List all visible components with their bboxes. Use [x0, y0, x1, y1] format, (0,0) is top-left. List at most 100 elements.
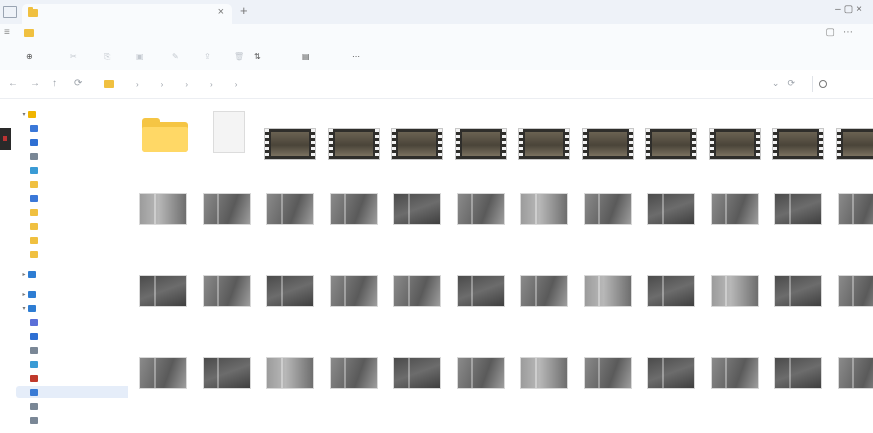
- file-tile[interactable]: [577, 350, 637, 430]
- nav-item-download[interactable]: [16, 330, 140, 342]
- nav-item-desktop[interactable]: [16, 316, 140, 328]
- file-tile[interactable]: [704, 268, 764, 348]
- chevron-down-icon[interactable]: ▾: [20, 111, 28, 118]
- chevron-down-icon[interactable]: ▾: [20, 305, 28, 312]
- nav-item-pictures[interactable]: [16, 164, 140, 176]
- new-button[interactable]: ⊕: [26, 50, 51, 64]
- file-tile[interactable]: [767, 268, 827, 348]
- file-tile[interactable]: [640, 350, 700, 430]
- file-tile[interactable]: [450, 186, 510, 266]
- paste-button[interactable]: ▣: [136, 50, 162, 64]
- file-tile[interactable]: [577, 268, 637, 348]
- file-tile[interactable]: [831, 268, 873, 348]
- file-tile[interactable]: [386, 186, 446, 266]
- refresh-icon[interactable]: ⟳: [74, 78, 82, 89]
- chevron-right-icon[interactable]: ▸: [20, 271, 28, 278]
- view-button[interactable]: ▤: [302, 50, 328, 64]
- nav-item-music[interactable]: [16, 192, 140, 204]
- nav-item-document[interactable]: [16, 344, 140, 356]
- file-tile[interactable]: [323, 186, 383, 266]
- file-tile[interactable]: [831, 186, 873, 266]
- up-arrow-icon[interactable]: ↑: [52, 78, 57, 89]
- file-tile[interactable]: [450, 104, 510, 184]
- address-dropdown-icon[interactable]: ⌄⟳: [772, 78, 803, 89]
- breadcrumb-item[interactable]: [168, 81, 180, 88]
- file-tile[interactable]: [513, 350, 573, 430]
- window-controls[interactable]: –▢×: [835, 4, 865, 15]
- nav-item-pictures[interactable]: [16, 358, 140, 370]
- breadcrumb-item[interactable]: [193, 81, 205, 88]
- file-tile[interactable]: [132, 104, 192, 184]
- nav-item-cloud[interactable]: ▸: [16, 268, 130, 280]
- forward-arrow-icon[interactable]: →: [30, 78, 40, 89]
- file-tile[interactable]: [831, 350, 873, 430]
- more-button[interactable]: ⋯: [352, 50, 378, 64]
- file-tile[interactable]: [132, 186, 192, 266]
- file-tile[interactable]: [640, 186, 700, 266]
- file-tile[interactable]: [513, 186, 573, 266]
- file-tile[interactable]: [704, 104, 764, 184]
- breadcrumb-item[interactable]: [242, 81, 254, 88]
- file-tile[interactable]: [323, 350, 383, 430]
- file-tile[interactable]: [323, 104, 383, 184]
- file-tile[interactable]: [386, 268, 446, 348]
- file-tile[interactable]: [767, 350, 827, 430]
- file-tile[interactable]: [831, 104, 873, 184]
- file-tile[interactable]: [450, 268, 510, 348]
- nav-item-drive[interactable]: [16, 400, 140, 412]
- menu-icon[interactable]: ≡: [4, 27, 10, 38]
- nav-item-pc[interactable]: ▸: [16, 288, 130, 300]
- file-tile[interactable]: [704, 350, 764, 430]
- nav-item-pc[interactable]: ▾: [16, 302, 130, 314]
- chevron-right-icon[interactable]: ▸: [20, 291, 28, 298]
- file-tile[interactable]: [640, 104, 700, 184]
- file-tile[interactable]: [386, 104, 446, 184]
- file-tile[interactable]: [513, 268, 573, 348]
- file-tile[interactable]: [132, 268, 192, 348]
- file-tile[interactable]: [450, 350, 510, 430]
- breadcrumb[interactable]: › › › › ›: [104, 77, 254, 91]
- copy-button[interactable]: ⎘: [104, 50, 128, 64]
- sort-button[interactable]: ⇅: [254, 50, 279, 64]
- header-actions[interactable]: ▢⋯: [826, 27, 861, 38]
- file-tile[interactable]: [196, 186, 256, 266]
- file-tile[interactable]: [196, 268, 256, 348]
- file-tile[interactable]: [132, 350, 192, 430]
- search-input[interactable]: [812, 76, 873, 92]
- file-tile[interactable]: [513, 104, 573, 184]
- file-tile[interactable]: [640, 268, 700, 348]
- file-tile[interactable]: [196, 350, 256, 430]
- file-tile[interactable]: [259, 350, 319, 430]
- share-button[interactable]: ⇪: [204, 50, 229, 64]
- file-tile[interactable]: [577, 186, 637, 266]
- nav-item-drive[interactable]: [16, 414, 140, 426]
- breadcrumb-item[interactable]: [218, 81, 230, 88]
- file-tile[interactable]: [259, 268, 319, 348]
- file-tile[interactable]: [767, 186, 827, 266]
- nav-item-video[interactable]: [16, 386, 140, 398]
- breadcrumb-item[interactable]: [119, 81, 131, 88]
- file-tile[interactable]: [767, 104, 827, 184]
- cut-button[interactable]: ✂: [70, 50, 95, 64]
- nav-item-music[interactable]: [16, 372, 140, 384]
- explorer-tab[interactable]: ×: [22, 4, 232, 24]
- nav-item-folder[interactable]: [16, 206, 140, 218]
- file-tile[interactable]: [323, 268, 383, 348]
- breadcrumb-item[interactable]: [144, 81, 156, 88]
- close-icon[interactable]: ×: [218, 6, 224, 18]
- rename-button[interactable]: ✎: [172, 50, 197, 64]
- file-tile[interactable]: [577, 104, 637, 184]
- nav-item-folder[interactable]: [16, 234, 140, 246]
- nav-item-folder[interactable]: [16, 220, 140, 232]
- nav-item-folder[interactable]: [16, 178, 140, 190]
- file-tile[interactable]: [259, 104, 319, 184]
- back-arrow-icon[interactable]: ←: [8, 78, 18, 89]
- nav-item-desktop[interactable]: [16, 122, 140, 134]
- file-tile[interactable]: [386, 350, 446, 430]
- nav-item-download[interactable]: [16, 136, 140, 148]
- file-tile[interactable]: [259, 186, 319, 266]
- plus-icon[interactable]: +: [240, 3, 248, 18]
- nav-item-star[interactable]: ▾: [16, 108, 130, 120]
- nav-item-folder[interactable]: [16, 248, 140, 260]
- nav-item-document[interactable]: [16, 150, 140, 162]
